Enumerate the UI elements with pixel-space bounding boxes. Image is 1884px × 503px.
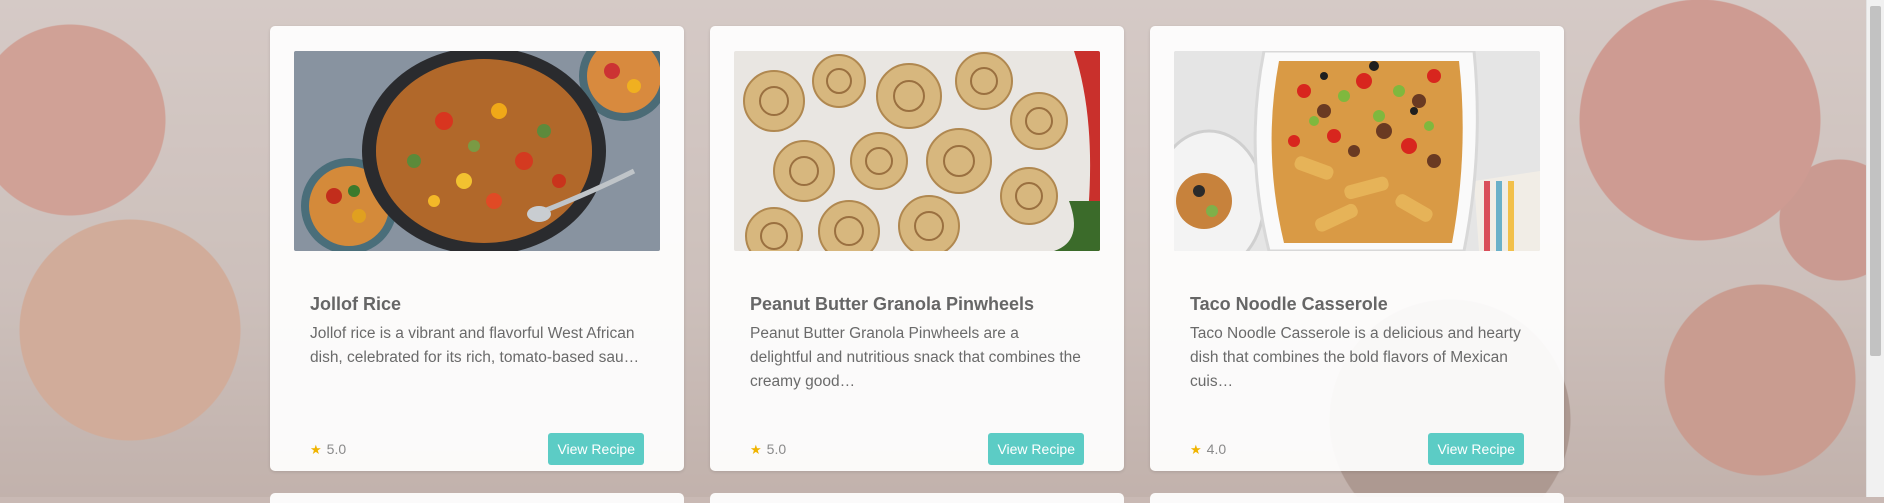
- recipe-rating: ★ 5.0: [750, 441, 786, 458]
- recipe-rating: ★ 5.0: [310, 441, 346, 458]
- vertical-scrollbar[interactable]: [1866, 0, 1884, 497]
- recipe-title[interactable]: Peanut Butter Granola Pinwheels: [750, 294, 1034, 315]
- recipe-title[interactable]: Jollof Rice: [310, 294, 401, 315]
- recipe-card-next-row: [1150, 493, 1564, 503]
- recipe-image-jollof-rice: [294, 51, 660, 251]
- rating-value: 5.0: [766, 441, 787, 457]
- star-icon: ★: [750, 442, 762, 457]
- recipe-image-casserole: [1174, 51, 1540, 251]
- scrollbar-thumb[interactable]: [1870, 6, 1881, 356]
- recipe-description: Taco Noodle Casserole is a delicious and…: [1190, 325, 1521, 390]
- rating-value: 5.0: [326, 441, 347, 457]
- recipe-description: Peanut Butter Granola Pinwheels are a de…: [750, 325, 1081, 390]
- star-icon: ★: [1190, 442, 1202, 457]
- view-recipe-button[interactable]: View Recipe: [988, 433, 1084, 465]
- star-icon: ★: [310, 442, 322, 457]
- view-recipe-button[interactable]: View Recipe: [1428, 433, 1524, 465]
- recipe-image-pinwheels: [734, 51, 1100, 251]
- recipe-card-next-row: [270, 493, 684, 503]
- recipe-rating: ★ 4.0: [1190, 441, 1226, 458]
- recipe-card-peanut-butter-granola-pinwheels: Peanut Butter Granola Pinwheels Peanut B…: [710, 26, 1124, 471]
- rating-value: 4.0: [1206, 441, 1227, 457]
- recipe-title[interactable]: Taco Noodle Casserole: [1190, 294, 1388, 315]
- recipe-card-jollof-rice: Jollof Rice Jollof rice is a vibrant and…: [270, 26, 684, 471]
- recipe-description: Jollof rice is a vibrant and flavorful W…: [310, 325, 640, 366]
- recipe-card-taco-noodle-casserole: Taco Noodle Casserole Taco Noodle Casser…: [1150, 26, 1564, 471]
- view-recipe-button[interactable]: View Recipe: [548, 433, 644, 465]
- recipe-card-next-row: [710, 493, 1124, 503]
